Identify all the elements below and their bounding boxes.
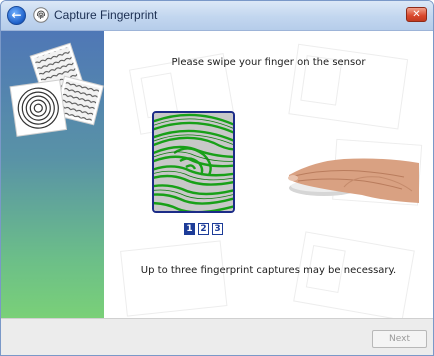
step-3-indicator: 3 [212,223,223,235]
capture-step-indicator: 123 [184,223,226,237]
close-button[interactable]: ✕ [406,7,427,22]
next-button[interactable]: Next [372,330,427,348]
instruction-text: Please swipe your finger on the sensor [171,57,366,68]
back-arrow-icon: ← [11,8,22,22]
window-title: Capture Fingerprint [54,8,158,22]
hand-on-sensor-image [288,158,419,203]
fingerprint-scan-preview [152,111,235,213]
wizard-sidebar [1,31,104,318]
back-button[interactable]: ← [7,6,26,25]
fingerprint-icon [33,7,49,23]
step-2-indicator: 2 [198,223,209,235]
title-bar: ← Capture Fingerprint ✕ [1,1,433,31]
wizard-footer: Next [1,318,433,355]
step-1-indicator: 1 [184,223,195,235]
wizard-window: ← Capture Fingerprint ✕ Please swipe you… [0,0,434,356]
fingerprint-image [154,113,233,211]
fingerprint-cards-graphic [9,42,104,137]
captures-note: Up to three fingerprint captures may be … [140,265,397,276]
wizard-content: Please swipe your finger on the sensor 1… [104,31,433,318]
close-icon: ✕ [412,9,421,20]
